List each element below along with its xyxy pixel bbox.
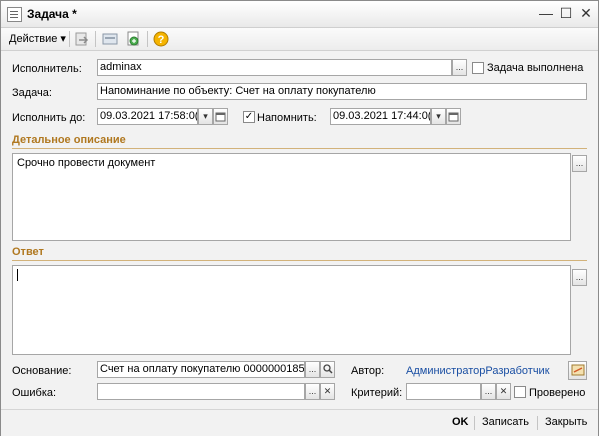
maximize-button[interactable]: ☐ xyxy=(557,4,575,22)
structure-icon[interactable] xyxy=(102,31,118,47)
toolbar-separator xyxy=(95,31,96,47)
action-menu-button[interactable]: Действие ▾ xyxy=(9,32,66,45)
description-section-title: Детальное описание xyxy=(12,134,126,146)
executor-select-button[interactable]: ... xyxy=(452,59,467,76)
form-icon xyxy=(7,7,22,22)
save-button[interactable]: Записать xyxy=(482,416,529,428)
section-divider xyxy=(12,148,587,149)
close-window-button[interactable]: ✕ xyxy=(577,4,595,22)
basis-select-button[interactable]: ... xyxy=(305,361,320,378)
remind-label: Напомнить: xyxy=(257,112,317,124)
section-divider xyxy=(12,260,587,261)
title-bar: Задача * — ☐ ✕ xyxy=(1,1,598,28)
remind-date-calendar-button[interactable] xyxy=(446,108,461,125)
author-label: Автор: xyxy=(351,365,385,377)
error-field[interactable] xyxy=(97,383,305,400)
checked-label: Проверено xyxy=(529,387,586,399)
basis-label: Основание: xyxy=(12,365,72,377)
answer-section-title: Ответ xyxy=(12,246,44,258)
toolbar-separator xyxy=(69,31,70,47)
bottom-bar: OK Записать Закрыть xyxy=(1,409,598,436)
remind-date-dropdown-button[interactable]: ▾ xyxy=(431,108,446,125)
due-date-calendar-button[interactable] xyxy=(213,108,228,125)
answer-expand-button[interactable]: ... xyxy=(572,269,587,286)
task-done-checkbox[interactable] xyxy=(472,62,484,74)
help-glyph: ? xyxy=(158,34,165,46)
ok-button[interactable]: OK xyxy=(452,416,469,428)
task-field[interactable]: Напоминание по объекту: Счет на оплату п… xyxy=(97,83,587,100)
error-label: Ошибка: xyxy=(12,387,57,399)
help-icon[interactable]: ? xyxy=(153,31,169,47)
description-textarea[interactable]: Срочно провести документ xyxy=(12,153,571,241)
basis-open-button[interactable] xyxy=(320,361,335,378)
remind-checkbox[interactable]: ✓ xyxy=(243,111,255,123)
action-menu-label: Действие xyxy=(9,33,58,45)
task-done-label: Задача выполнена xyxy=(487,62,584,74)
text-cursor xyxy=(17,269,18,282)
author-link[interactable]: АдминистраторРазработчик xyxy=(406,365,550,377)
checked-checkbox[interactable] xyxy=(514,386,526,398)
author-button[interactable] xyxy=(568,361,587,380)
calendar-icon xyxy=(448,112,459,122)
chevron-down-icon: ▾ xyxy=(60,33,66,45)
description-expand-button[interactable]: ... xyxy=(572,155,587,172)
criterion-field[interactable] xyxy=(406,383,481,400)
due-date-field[interactable]: 09.03.2021 17:58:0( xyxy=(97,108,198,125)
due-date-dropdown-button[interactable]: ▾ xyxy=(198,108,213,125)
error-select-button[interactable]: ... xyxy=(305,383,320,400)
window-title: Задача * xyxy=(27,7,77,21)
magnifier-icon xyxy=(322,364,333,374)
refresh-icon[interactable] xyxy=(125,31,141,47)
answer-textarea[interactable] xyxy=(12,265,571,355)
criterion-select-button[interactable]: ... xyxy=(481,383,496,400)
error-clear-button[interactable]: ✕ xyxy=(320,383,335,400)
executor-label: Исполнитель: xyxy=(12,63,82,75)
remind-date-field[interactable]: 09.03.2021 17:44:0( xyxy=(330,108,431,125)
button-separator xyxy=(474,416,475,430)
user-card-icon xyxy=(571,364,584,376)
basis-field[interactable]: Счет на оплату покупателю 000000018531 xyxy=(97,361,305,378)
task-window: Задача * — ☐ ✕ Действие ▾ ? Исполнитель:… xyxy=(0,0,599,436)
minimize-button[interactable]: — xyxy=(537,4,555,22)
post-document-icon[interactable] xyxy=(74,31,90,47)
button-separator xyxy=(537,416,538,430)
toolbar-separator xyxy=(147,31,148,47)
calendar-icon xyxy=(215,112,226,122)
close-button[interactable]: Закрыть xyxy=(545,416,587,428)
task-label: Задача: xyxy=(12,87,52,99)
criterion-clear-button[interactable]: ✕ xyxy=(496,383,511,400)
executor-field[interactable]: adminax xyxy=(97,59,452,76)
due-date-label: Исполнить до: xyxy=(12,112,86,124)
criterion-label: Критерий: xyxy=(351,387,403,399)
toolbar: Действие ▾ ? xyxy=(1,28,598,51)
